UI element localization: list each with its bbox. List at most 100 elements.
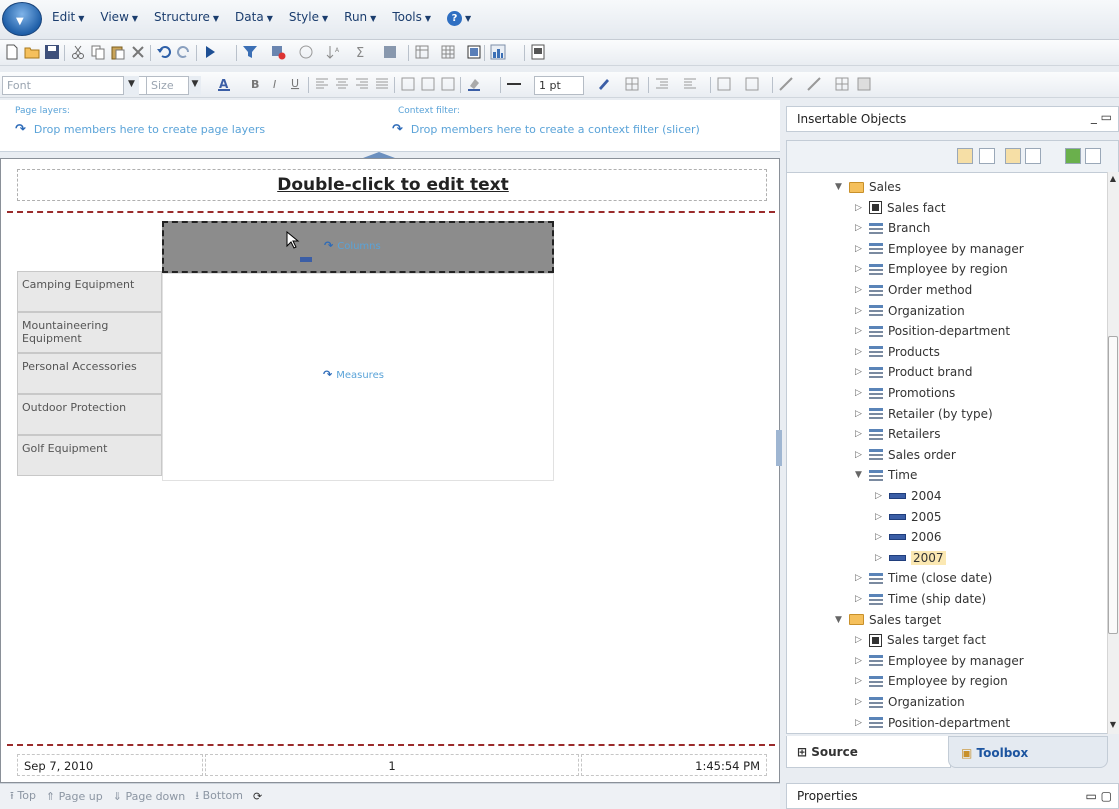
tree-item[interactable]: ▷ Organization bbox=[855, 692, 965, 712]
save-icon[interactable] bbox=[44, 44, 60, 60]
paste-icon[interactable] bbox=[110, 44, 126, 60]
collapsed-icon[interactable]: ▷ bbox=[855, 203, 869, 213]
conditional-style-icon[interactable] bbox=[716, 76, 732, 92]
suppress-icon[interactable] bbox=[270, 44, 286, 60]
collapsed-icon[interactable]: ▷ bbox=[855, 306, 869, 316]
calculate-icon[interactable] bbox=[382, 44, 398, 60]
valign-middle-icon[interactable] bbox=[420, 76, 436, 92]
menu-edit[interactable]: Edit ▼ bbox=[52, 10, 84, 30]
expanded-icon[interactable]: ▼ bbox=[855, 470, 869, 480]
expanded-icon[interactable]: ▼ bbox=[835, 182, 849, 192]
page-up-button[interactable]: ⇑ Page up bbox=[46, 790, 103, 803]
scroll-down-icon[interactable]: ▼ bbox=[1108, 720, 1118, 732]
tree-item[interactable]: ▷ Employee by manager bbox=[855, 651, 1024, 671]
collapsed-icon[interactable]: ▷ bbox=[875, 553, 889, 563]
undo-icon[interactable] bbox=[156, 44, 172, 60]
menu-tools[interactable]: Tools ▼ bbox=[392, 10, 431, 30]
tree-item[interactable]: ▷ Organization bbox=[855, 301, 965, 321]
menu-data[interactable]: Data ▼ bbox=[235, 10, 273, 30]
run-icon[interactable] bbox=[202, 44, 218, 60]
header-text-box[interactable]: Double-click to edit text bbox=[17, 169, 767, 201]
tree-item[interactable]: ▼ Sales bbox=[835, 177, 901, 197]
tree-item[interactable]: ▷ Promotions bbox=[855, 383, 955, 403]
tree-item[interactable]: ▷ Retailer (by type) bbox=[855, 404, 993, 424]
new-icon[interactable] bbox=[4, 44, 20, 60]
row-header[interactable]: Personal Accessories bbox=[17, 353, 162, 394]
tree-item[interactable]: ▷ Employee by region bbox=[855, 671, 1008, 691]
justify-icon[interactable] bbox=[374, 76, 390, 92]
chart-icon[interactable] bbox=[490, 44, 506, 60]
line-style-icon[interactable] bbox=[506, 76, 522, 92]
footer-page-number[interactable]: 1 bbox=[205, 754, 579, 776]
tree-item[interactable]: ▷ Position-department bbox=[855, 713, 1010, 733]
pivot-icon[interactable] bbox=[414, 44, 430, 60]
chevron-down-icon[interactable]: ▼ bbox=[123, 76, 139, 95]
tab-source[interactable]: ⊞ Source bbox=[786, 736, 951, 768]
panel-splitter[interactable] bbox=[776, 430, 782, 466]
collapsed-icon[interactable]: ▷ bbox=[855, 264, 869, 274]
explain-icon[interactable] bbox=[298, 44, 314, 60]
refresh-icon[interactable] bbox=[1065, 148, 1081, 164]
align-left-icon[interactable] bbox=[314, 76, 330, 92]
view-metadata-icon[interactable] bbox=[979, 148, 995, 164]
top-button[interactable]: ⭱ Top bbox=[10, 787, 36, 806]
collapsed-icon[interactable]: ▷ bbox=[855, 347, 869, 357]
page-layers-zone[interactable]: Page layers: ↷ Drop members here to creat… bbox=[15, 106, 265, 137]
image-icon[interactable] bbox=[856, 76, 872, 92]
tree-item[interactable]: ▷ Sales fact bbox=[855, 198, 946, 218]
tree-item[interactable]: ▷ Time (ship date) bbox=[855, 589, 986, 609]
collapsed-icon[interactable]: ▷ bbox=[855, 409, 869, 419]
tree-item[interactable]: ▷ Position-department bbox=[855, 321, 1010, 341]
collapsed-icon[interactable]: ▷ bbox=[855, 573, 869, 583]
bottom-button[interactable]: ⭳ Bottom bbox=[195, 787, 243, 806]
tree-item[interactable]: ▷ 2007 bbox=[875, 548, 946, 568]
outdent-icon[interactable] bbox=[682, 76, 698, 92]
insert-icon[interactable] bbox=[1085, 148, 1101, 164]
borders-icon[interactable] bbox=[624, 76, 640, 92]
align-right-icon[interactable] bbox=[354, 76, 370, 92]
group-icon[interactable] bbox=[440, 44, 456, 60]
collapsed-icon[interactable]: ▷ bbox=[855, 697, 869, 707]
collapsed-icon[interactable]: ▷ bbox=[875, 532, 889, 542]
expanded-icon[interactable]: ▼ bbox=[835, 615, 849, 625]
tab-toolbox[interactable]: ▣ Toolbox bbox=[948, 736, 1108, 768]
delete-icon[interactable] bbox=[130, 44, 146, 60]
row-header[interactable]: Golf Equipment bbox=[17, 435, 162, 476]
redo-icon[interactable] bbox=[176, 44, 192, 60]
collapsed-icon[interactable]: ▷ bbox=[855, 656, 869, 666]
crosstab-icon[interactable] bbox=[466, 44, 482, 60]
underline-icon[interactable]: U bbox=[288, 76, 304, 92]
row-header[interactable]: Mountaineering Equipment bbox=[17, 312, 162, 353]
crosstab-measures-zone[interactable]: ↷ Measures bbox=[162, 273, 554, 481]
refresh-icon[interactable]: ⟳ bbox=[253, 790, 262, 803]
collapsed-icon[interactable]: ▷ bbox=[855, 326, 869, 336]
tree-item[interactable]: ▼ Sales target bbox=[835, 610, 941, 630]
page-down-button[interactable]: ⇓ Page down bbox=[113, 790, 186, 803]
row-header[interactable]: Camping Equipment bbox=[17, 271, 162, 312]
scroll-up-icon[interactable]: ▲ bbox=[1108, 174, 1118, 186]
tree-item[interactable]: ▷ 2006 bbox=[875, 527, 942, 547]
style-icon[interactable] bbox=[744, 76, 760, 92]
grid-icon[interactable] bbox=[834, 76, 850, 92]
columns-drop-zone[interactable]: ↷ Columns bbox=[162, 221, 554, 273]
valign-top-icon[interactable] bbox=[400, 76, 416, 92]
menu-run[interactable]: Run ▼ bbox=[344, 10, 376, 30]
tree-item[interactable]: ▷ Product brand bbox=[855, 362, 973, 382]
tree-item[interactable]: ▷ Branch bbox=[855, 218, 930, 238]
footer-time[interactable]: 1:45:54 PM bbox=[581, 754, 767, 776]
collapsed-icon[interactable]: ▷ bbox=[855, 285, 869, 295]
line-color-icon[interactable] bbox=[596, 76, 612, 92]
tree-item[interactable]: ▷ Employee by region bbox=[855, 259, 1008, 279]
context-filter-zone[interactable]: Context filter: ↷ Drop members here to cr… bbox=[392, 106, 700, 137]
chevron-down-icon[interactable]: ▼ bbox=[188, 76, 201, 95]
collapsed-icon[interactable]: ▷ bbox=[875, 512, 889, 522]
collapsed-icon[interactable]: ▷ bbox=[855, 223, 869, 233]
collapsed-icon[interactable]: ▷ bbox=[855, 450, 869, 460]
valign-bottom-icon[interactable] bbox=[440, 76, 456, 92]
copy-icon[interactable] bbox=[90, 44, 106, 60]
view-tree-icon[interactable] bbox=[1005, 148, 1021, 164]
tree-item[interactable]: ▷ Retailers bbox=[855, 424, 940, 444]
tree-item[interactable]: ▼ Time bbox=[855, 465, 917, 485]
summarize-icon[interactable]: Σ bbox=[354, 44, 370, 60]
collapsed-icon[interactable]: ▷ bbox=[855, 244, 869, 254]
